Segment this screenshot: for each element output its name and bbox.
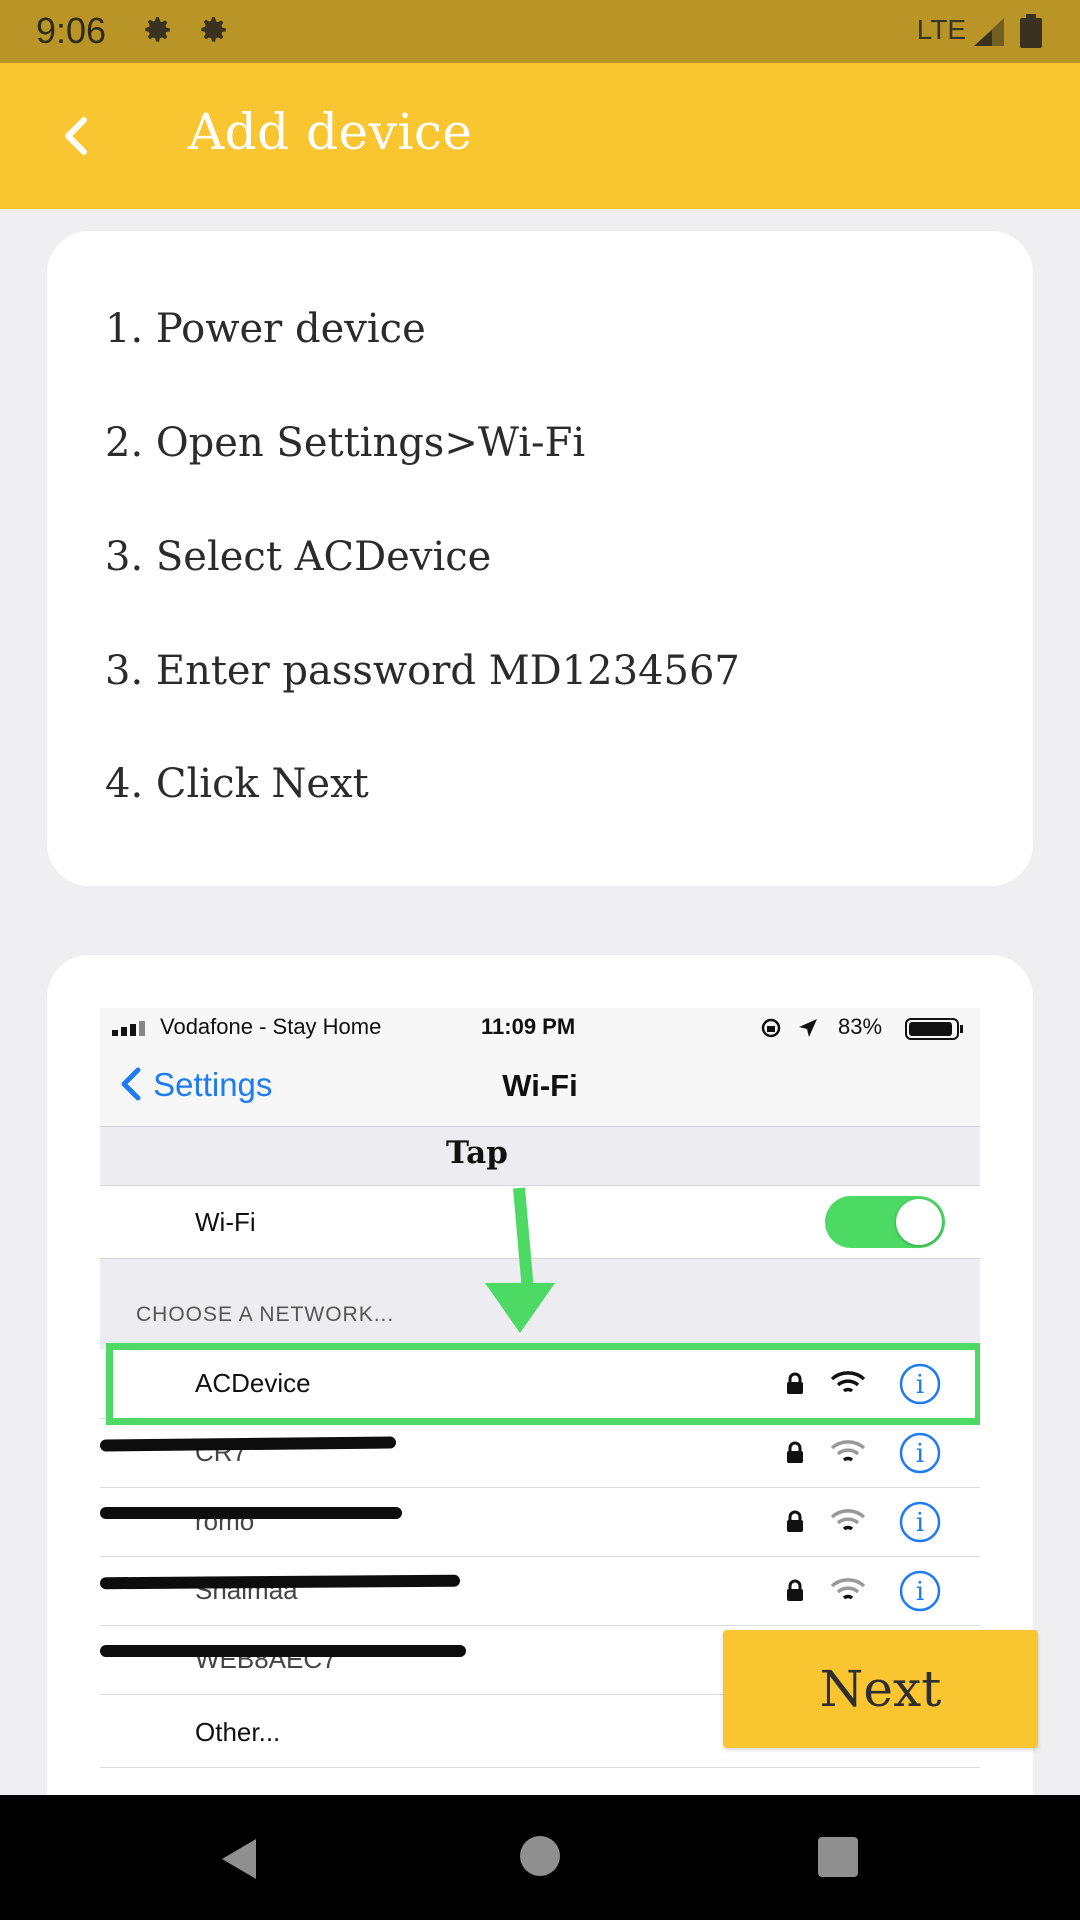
illustration-time: 11:09 PM bbox=[481, 1014, 576, 1039]
settings-gear-icon bbox=[201, 17, 226, 42]
annotation-band: Tap bbox=[100, 1127, 980, 1186]
status-bar: 9:06 LTE bbox=[0, 0, 1080, 63]
location-arrow-icon bbox=[799, 1019, 817, 1037]
system-navigation-bar bbox=[0, 1795, 1080, 1920]
wifi-signal-icon bbox=[830, 1578, 866, 1600]
rotation-lock-icon bbox=[761, 1018, 781, 1038]
network-row: romo i bbox=[100, 1488, 980, 1557]
wifi-toggle bbox=[825, 1196, 945, 1248]
battery-icon bbox=[1020, 14, 1042, 48]
section-header: CHOOSE A NETWORK... bbox=[136, 1303, 395, 1326]
step-text: 4. Click Next bbox=[105, 761, 369, 807]
nav-back-icon[interactable] bbox=[216, 1835, 264, 1883]
illustration-nav-bar: Settings Wi-Fi bbox=[100, 1048, 980, 1127]
back-arrow-icon[interactable] bbox=[48, 106, 108, 166]
lock-icon bbox=[787, 1510, 803, 1532]
network-row: CR7 i bbox=[100, 1419, 980, 1488]
signal-icon bbox=[974, 18, 1004, 46]
wifi-label: Wi-Fi bbox=[195, 1207, 256, 1237]
settings-gear-icon bbox=[145, 17, 170, 42]
next-button[interactable]: Next bbox=[723, 1630, 1038, 1748]
step-text: 3. Select ACDevice bbox=[105, 534, 492, 580]
highlight-box bbox=[106, 1343, 980, 1425]
page-title: Add device bbox=[188, 103, 473, 161]
nav-recents-icon[interactable] bbox=[816, 1835, 860, 1879]
step-text: 2. Open Settings>Wi-Fi bbox=[105, 420, 586, 466]
step-text: 3. Enter password MD1234567 bbox=[105, 648, 740, 694]
redaction-scribble bbox=[100, 1507, 402, 1519]
svg-text:i: i bbox=[916, 1577, 924, 1607]
step-text: 1. Power device bbox=[105, 306, 426, 352]
status-time: 9:06 bbox=[36, 10, 107, 51]
wifi-signal-icon bbox=[830, 1440, 866, 1462]
info-icon: i bbox=[899, 1432, 941, 1474]
nav-home-icon[interactable] bbox=[519, 1835, 561, 1877]
svg-text:i: i bbox=[916, 1508, 924, 1538]
wifi-toggle-row: Wi-Fi bbox=[100, 1186, 980, 1259]
svg-text:i: i bbox=[916, 1439, 924, 1469]
other-network-label: Other... bbox=[195, 1717, 281, 1747]
tap-annotation: Tap bbox=[446, 1135, 508, 1171]
redaction-scribble bbox=[100, 1574, 461, 1590]
cell-signal-icon bbox=[112, 1021, 145, 1036]
redaction-scribble bbox=[100, 1645, 466, 1657]
network-type: LTE bbox=[916, 14, 966, 45]
info-icon: i bbox=[899, 1501, 941, 1543]
annotation-arrow-head bbox=[485, 1283, 555, 1333]
illustration-title: Wi-Fi bbox=[502, 1068, 578, 1103]
wifi-signal-icon bbox=[830, 1509, 866, 1531]
lock-icon bbox=[787, 1441, 803, 1463]
battery-percent: 83% bbox=[838, 1014, 883, 1039]
app-bar: Add device bbox=[0, 63, 1080, 209]
carrier-name: Vodafone - Stay Home bbox=[160, 1014, 382, 1039]
lock-icon bbox=[787, 1579, 803, 1601]
network-row: Shaimaa i bbox=[100, 1557, 980, 1626]
battery-icon bbox=[905, 1018, 963, 1040]
illustration-status-bar: Vodafone - Stay Home 11:09 PM 83% bbox=[100, 1008, 980, 1048]
info-icon: i bbox=[899, 1570, 941, 1612]
instructions-card: 1. Power device 2. Open Settings>Wi-Fi 3… bbox=[47, 231, 1033, 886]
